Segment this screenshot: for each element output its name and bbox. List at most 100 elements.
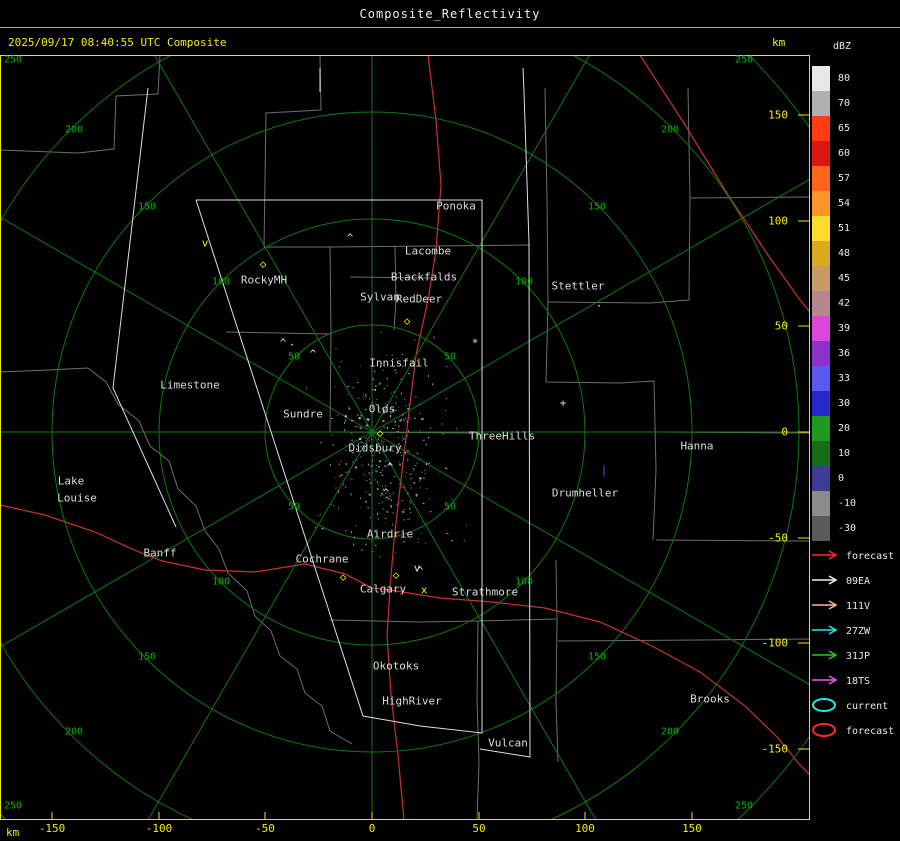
scale-unit-label: dBZ bbox=[833, 41, 852, 52]
legend-label: 31JP bbox=[846, 651, 871, 662]
scale-entry: 30 bbox=[812, 391, 856, 416]
scale-entry: 60 bbox=[812, 141, 856, 166]
ring-distance-label: 100 bbox=[211, 576, 231, 588]
scale-swatch bbox=[812, 241, 830, 266]
scale-swatch bbox=[812, 341, 830, 366]
station-dot-icon: · bbox=[288, 338, 296, 352]
scale-value: -30 bbox=[838, 523, 857, 534]
ring-distance-label: 150 bbox=[137, 651, 157, 663]
scale-swatch bbox=[812, 466, 830, 491]
station-star-icon: * bbox=[471, 336, 479, 350]
city-label: Lake bbox=[57, 474, 85, 488]
city-label: Limestone bbox=[160, 378, 220, 392]
city-label: Ponoka bbox=[436, 199, 476, 213]
right-axis-label: -150 bbox=[761, 742, 789, 756]
scale-value: 10 bbox=[838, 448, 851, 459]
radar-site-icon: ◇ bbox=[259, 257, 267, 271]
legend-label: forecast bbox=[846, 726, 895, 737]
station-vee-icon: v bbox=[413, 561, 421, 575]
city-label: Sundre bbox=[283, 407, 323, 421]
station-plus-icon: + bbox=[559, 396, 567, 410]
ring-distance-label: 200 bbox=[660, 124, 680, 136]
legend-ellipse-icon bbox=[810, 722, 846, 742]
scale-entry: 51 bbox=[812, 216, 856, 241]
ring-distance-label: 100 bbox=[211, 276, 231, 288]
legend-arrow-icon bbox=[810, 622, 846, 641]
ring-distance-label: 50 bbox=[287, 351, 301, 363]
scale-entry: -30 bbox=[812, 516, 856, 541]
city-label: Banff bbox=[143, 546, 177, 560]
ring-distance-label: 200 bbox=[660, 726, 680, 738]
scale-entry: 33 bbox=[812, 366, 856, 391]
bottom-axis-label: 50 bbox=[472, 822, 486, 835]
station-bar-icon: | bbox=[600, 463, 608, 477]
color-scale: 80 70 65 60 57 54 51 48 45 42 39 36 33 30 20 10 0 -10 -30 bbox=[812, 66, 856, 541]
city-label: Cochrane bbox=[295, 552, 349, 566]
legend-arrow-icon bbox=[810, 597, 846, 616]
bottom-axis-label: 0 bbox=[368, 822, 376, 835]
scale-value: 0 bbox=[838, 473, 845, 484]
scale-value: 60 bbox=[838, 148, 851, 159]
right-axis-label: 100 bbox=[768, 214, 788, 228]
scale-swatch bbox=[812, 116, 830, 141]
station-caret-icon: ^ bbox=[279, 336, 287, 350]
ring-distance-label: 150 bbox=[137, 201, 157, 213]
ring-distance-label: 50 bbox=[287, 501, 301, 513]
map-labels-layer: Ponoka Lacombe Blackfalds RedDeer Sylvan Stet… bbox=[0, 0, 900, 841]
legend-item: 111V bbox=[810, 594, 894, 619]
legend-item: 31JP bbox=[810, 644, 894, 669]
ring-distance-label: 100 bbox=[514, 576, 534, 588]
city-label: Hanna bbox=[680, 439, 714, 453]
city-label: Stettler bbox=[551, 279, 605, 293]
legend-arrow-icon bbox=[810, 547, 846, 566]
scale-swatch bbox=[812, 141, 830, 166]
scale-value: 45 bbox=[838, 273, 851, 284]
station-dot-icon: · bbox=[595, 299, 603, 313]
scale-entry: 48 bbox=[812, 241, 856, 266]
city-label: HighRiver bbox=[382, 694, 442, 708]
city-label: Olds bbox=[368, 402, 396, 416]
city-label: Drumheller bbox=[551, 486, 619, 500]
right-axis-label: -50 bbox=[768, 531, 788, 545]
city-label: Strathmore bbox=[451, 585, 519, 599]
right-axis-label: -100 bbox=[761, 636, 789, 650]
scale-entry: 10 bbox=[812, 441, 856, 466]
scale-value: 39 bbox=[838, 323, 851, 334]
city-label: Vulcan bbox=[488, 736, 528, 750]
scale-value: 65 bbox=[838, 123, 851, 134]
legend-item: forecast bbox=[810, 719, 894, 744]
city-label: RockyMH bbox=[240, 273, 288, 287]
scale-entry: 80 bbox=[812, 66, 856, 91]
station-caret-icon: ^ bbox=[346, 231, 354, 245]
legend-arrow-icon bbox=[810, 572, 846, 591]
scale-value: 48 bbox=[838, 248, 851, 259]
city-label: Blackfalds bbox=[390, 270, 458, 284]
bottom-axis-label: 150 bbox=[682, 822, 702, 835]
legend-item: 09EA bbox=[810, 569, 894, 594]
legend-item: current bbox=[810, 694, 894, 719]
city-label: Airdrie bbox=[366, 527, 414, 541]
scale-value: 36 bbox=[838, 348, 851, 359]
scale-swatch bbox=[812, 316, 830, 341]
city-label: Lacombe bbox=[404, 244, 452, 258]
scale-swatch bbox=[812, 366, 830, 391]
ring-distance-label: 150 bbox=[587, 651, 607, 663]
scale-value: 80 bbox=[838, 73, 851, 84]
scale-swatch bbox=[812, 516, 830, 541]
bottom-axis-label: -100 bbox=[145, 822, 173, 835]
station-x-icon: x bbox=[420, 583, 428, 597]
scale-swatch bbox=[812, 391, 830, 416]
scale-swatch bbox=[812, 216, 830, 241]
scale-swatch bbox=[812, 291, 830, 316]
legend-label: 09EA bbox=[846, 576, 871, 587]
legend-label: forecast bbox=[846, 551, 895, 562]
ring-distance-label: 250 bbox=[734, 800, 754, 812]
scale-swatch bbox=[812, 491, 830, 516]
ring-distance-label: 250 bbox=[734, 54, 754, 66]
legend-label: 18TS bbox=[846, 676, 871, 687]
scale-entry: 65 bbox=[812, 116, 856, 141]
scale-value: 57 bbox=[838, 173, 851, 184]
scale-entry: 39 bbox=[812, 316, 856, 341]
city-label: ThreeHills bbox=[468, 429, 536, 443]
station-caret-icon: ^ bbox=[382, 486, 390, 500]
